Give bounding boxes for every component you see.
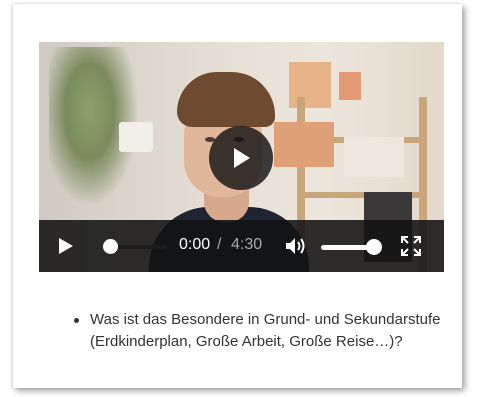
- fullscreen-icon: [401, 236, 421, 256]
- video-frame-box: [339, 72, 361, 100]
- time-separator: /: [217, 236, 222, 253]
- volume-handle[interactable]: [366, 239, 382, 255]
- progress-bar[interactable]: [109, 245, 167, 249]
- list-item-text: Was ist das Besondere in Grund- und Seku…: [90, 311, 441, 350]
- fullscreen-button[interactable]: [401, 236, 421, 256]
- current-time: 0:00: [179, 236, 211, 253]
- list-item: Was ist das Besondere in Grund- und Seku…: [74, 309, 446, 353]
- video-player[interactable]: 0:00 / 4:30: [39, 42, 444, 272]
- play-icon: [234, 148, 250, 168]
- bullet-icon: [74, 318, 79, 323]
- player-control-bar: 0:00 / 4:30: [39, 220, 444, 272]
- video-frame-pot: [119, 122, 153, 152]
- mute-button[interactable]: [285, 236, 307, 256]
- big-play-button[interactable]: [209, 126, 273, 190]
- play-icon: [59, 238, 73, 254]
- video-frame-box: [274, 122, 334, 167]
- question-list: Was ist das Besondere in Grund- und Seku…: [74, 309, 446, 353]
- progress-handle[interactable]: [102, 239, 118, 254]
- video-frame-box: [344, 137, 404, 177]
- total-duration: 4:30: [231, 236, 263, 253]
- play-button[interactable]: [57, 237, 75, 255]
- volume-icon: [286, 238, 305, 254]
